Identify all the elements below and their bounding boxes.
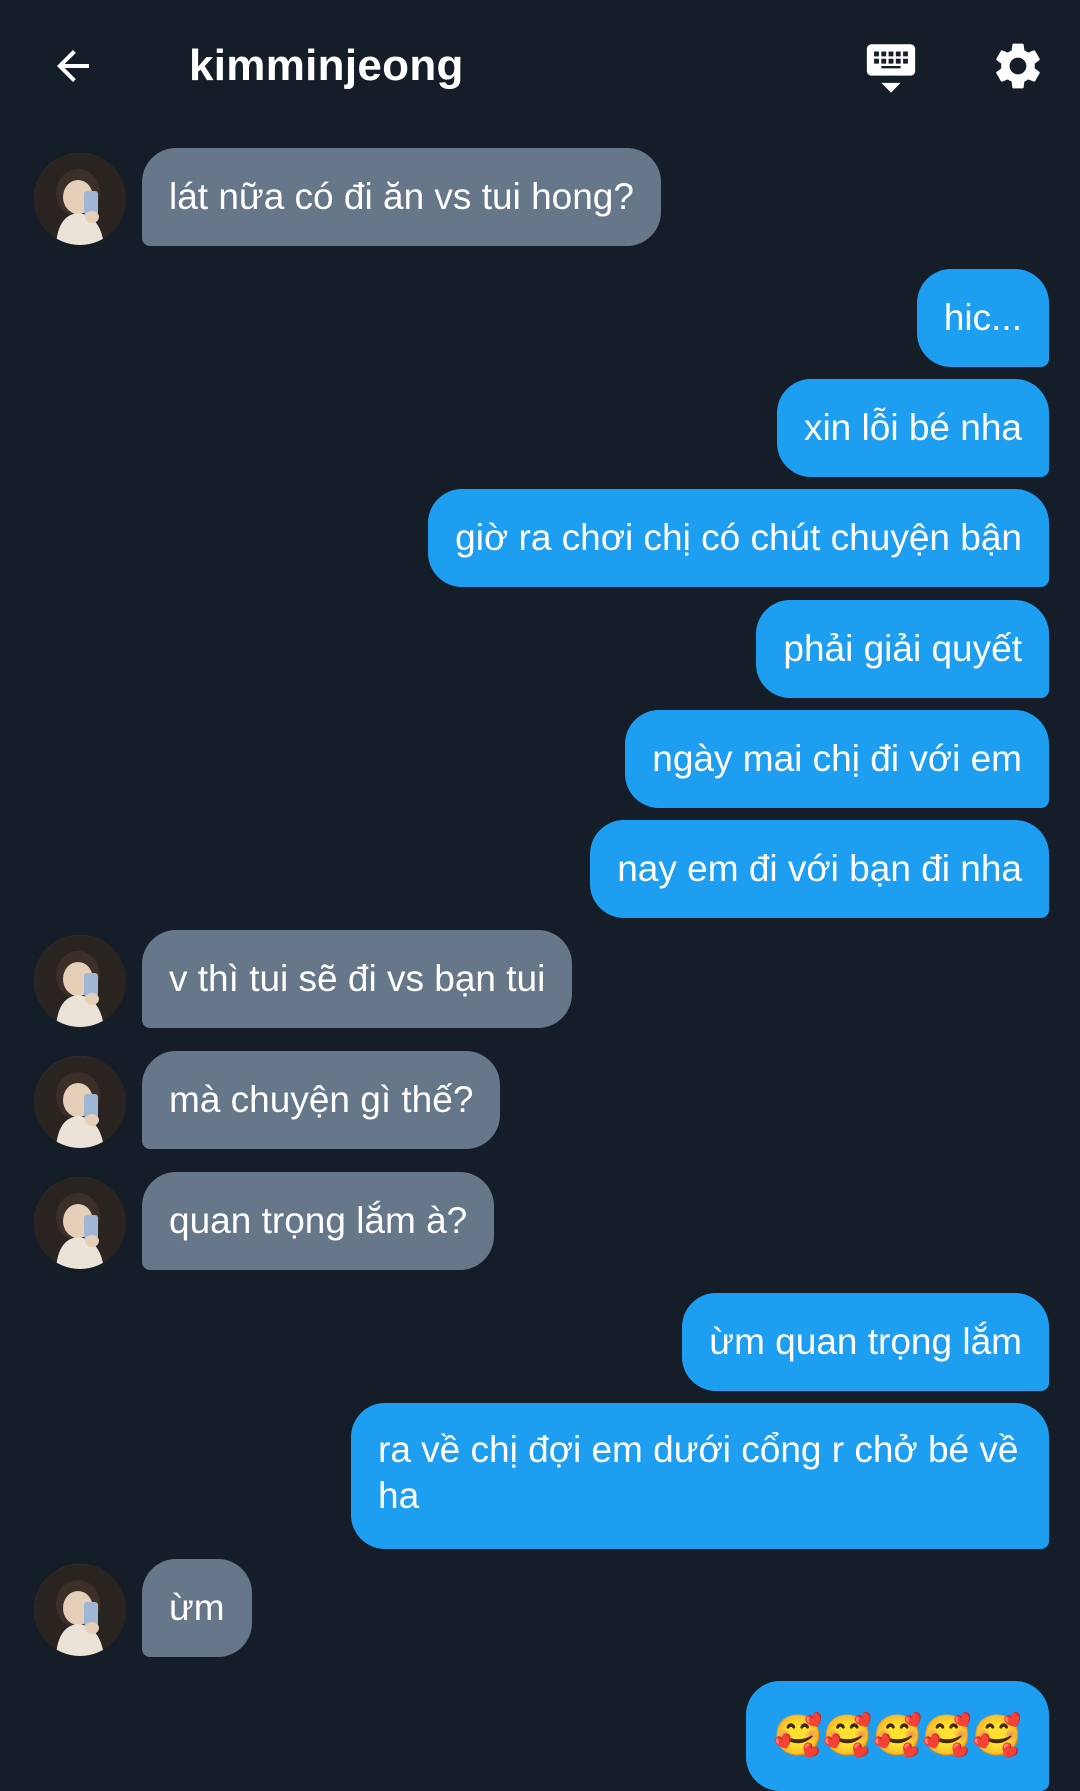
outgoing-message-bubble[interactable]: ngày mai chị đi với em (625, 710, 1049, 808)
avatar[interactable] (34, 1177, 126, 1269)
avatar[interactable] (34, 935, 126, 1027)
incoming-message-bubble[interactable]: quan trọng lắm à? (142, 1172, 495, 1270)
incoming-message-bubble[interactable]: v thì tui sẽ đi vs bạn tui (142, 930, 573, 1028)
outgoing-message-bubble[interactable]: xin lỗi bé nha (776, 379, 1049, 477)
outgoing-message-bubble[interactable]: hic... (916, 269, 1049, 367)
avatar-photo (34, 1177, 126, 1269)
avatar-photo (34, 935, 126, 1027)
outgoing-message-bubble[interactable]: nay em đi với bạn đi nha (590, 820, 1049, 918)
message-text: ra về chị đợi em dưới cổng r chở bé về h… (378, 1429, 1019, 1516)
message-text: xin lỗi bé nha (803, 407, 1022, 448)
message-text: quan trọng lắm à? (169, 1200, 468, 1241)
message-text: ừm (169, 1587, 225, 1628)
message-text: ừm quan trọng lắm (709, 1321, 1022, 1362)
message-text: hic... (943, 297, 1022, 338)
avatar-photo (34, 1564, 126, 1656)
incoming-message-bubble[interactable]: lát nữa có đi ăn vs tui hong? (142, 148, 661, 246)
avatar[interactable] (34, 153, 126, 245)
avatar-photo (34, 153, 126, 245)
avatar[interactable] (34, 1056, 126, 1148)
incoming-message-bubble[interactable]: mà chuyện gì thế? (142, 1051, 501, 1149)
outgoing-message-bubble[interactable]: giờ ra chơi chị có chút chuyện bận (428, 489, 1049, 587)
message-text: mà chuyện gì thế? (169, 1079, 474, 1120)
message-text: ngày mai chị đi với em (652, 738, 1022, 779)
message-text: v thì tui sẽ đi vs bạn tui (169, 958, 546, 999)
incoming-message-bubble[interactable]: ừm (142, 1559, 252, 1657)
message-text: giờ ra chơi chị có chút chuyện bận (455, 517, 1022, 558)
outgoing-message-bubble[interactable]: ừm quan trọng lắm (682, 1293, 1049, 1391)
avatar-photo (34, 1056, 126, 1148)
message-text: phải giải quyết (783, 628, 1022, 669)
smiling-face-with-hearts-icon: 🥰🥰🥰🥰🥰 (772, 1713, 1022, 1759)
outgoing-message-bubble[interactable]: phải giải quyết (756, 600, 1049, 698)
message-list[interactable]: lát nữa có đi ăn vs tui hong? hic... xin… (0, 0, 1080, 1791)
message-text: nay em đi với bạn đi nha (617, 848, 1022, 889)
outgoing-message-bubble[interactable]: ra về chị đợi em dưới cổng r chở bé về h… (351, 1403, 1049, 1549)
message-text: lát nữa có đi ăn vs tui hong? (169, 176, 634, 217)
avatar[interactable] (34, 1564, 126, 1656)
